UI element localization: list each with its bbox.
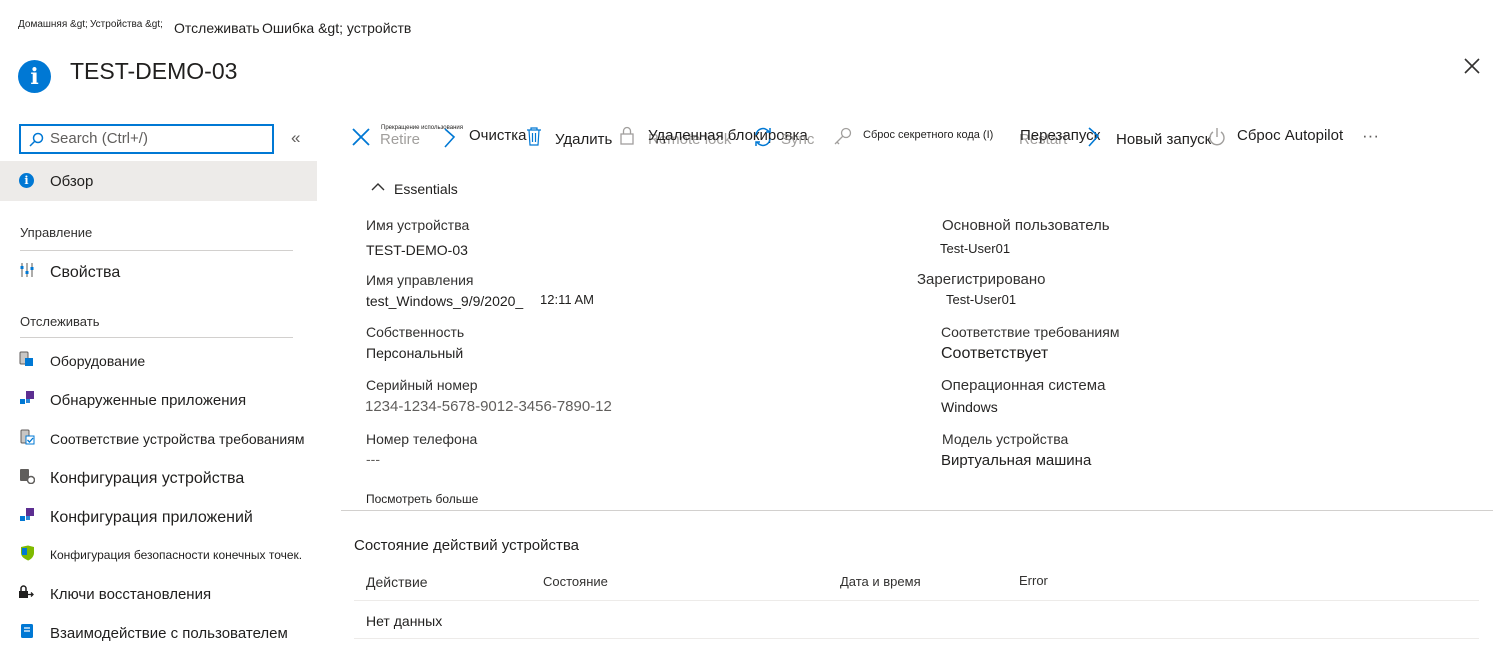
device-name-value: TEST-DEMO-03	[366, 242, 468, 258]
retire-button[interactable]: Retire	[380, 131, 420, 148]
sidebar-item-user-experience[interactable]: Взаимодействие с пользователем	[0, 620, 317, 648]
wipe-icon[interactable]	[442, 127, 458, 149]
device-config-icon	[20, 469, 35, 484]
search-icon	[29, 132, 44, 147]
search-placeholder: Search (Ctrl+/)	[50, 130, 148, 147]
apps-icon	[20, 391, 34, 404]
sidebar-item-overview[interactable]: i Обзор	[0, 161, 317, 201]
sidebar-item-device-configuration[interactable]: Конфигурация устройства	[0, 465, 317, 493]
column-header-status[interactable]: Состояние	[543, 574, 608, 589]
breadcrumb-devices[interactable]: Устройства &gt;	[90, 19, 163, 30]
ownership-value: Персональный	[366, 345, 464, 361]
sidebar-item-properties[interactable]: Свойства	[0, 258, 317, 288]
fresh-start-icon[interactable]	[1086, 126, 1102, 148]
sidebar-item-label: Конфигурация приложений	[50, 509, 253, 526]
hardware-icon	[19, 351, 33, 366]
passcode-key-icon	[834, 127, 852, 145]
search-input[interactable]: Search (Ctrl+/)	[19, 124, 274, 154]
sidebar-item-label: Соответствие устройства требованиям	[50, 431, 305, 447]
os-value: Windows	[941, 399, 998, 415]
sidebar-item-label: Конфигурация безопасности конечных точек…	[50, 548, 303, 562]
sidebar-item-label: Конфигурация устройства	[50, 470, 245, 487]
divider	[354, 638, 1479, 639]
chevron-up-icon[interactable]	[371, 181, 385, 193]
column-header-datetime[interactable]: Дата и время	[840, 574, 921, 589]
more-actions-button[interactable]: ···	[1362, 126, 1379, 146]
management-name-value: test_Windows_9/9/2020_	[366, 293, 524, 309]
wipe-button[interactable]: Очистка	[469, 127, 526, 144]
sidebar-item-label: Обзор	[50, 173, 94, 190]
column-header-error[interactable]: Error	[1019, 573, 1048, 588]
divider	[341, 510, 1493, 511]
column-header-action[interactable]: Действие	[366, 574, 428, 590]
see-more-link[interactable]: Посмотреть больше	[366, 492, 478, 506]
compliance-icon	[20, 429, 35, 445]
primary-user-value: Test-User01	[940, 241, 1011, 256]
fresh-start-button[interactable]: Новый запуск	[1116, 131, 1211, 148]
breadcrumb-monitor[interactable]: Отслеживать	[174, 20, 260, 36]
info-icon: i	[18, 60, 51, 93]
action-status-title: Состояние действий устройства	[354, 537, 580, 554]
serial-value: 1234-1234-5678-9012-3456-7890-12	[365, 398, 612, 415]
power-icon	[1209, 128, 1225, 146]
sidebar-item-label: Свойства	[50, 264, 121, 281]
management-name-label: Имя управления	[366, 272, 474, 288]
retire-icon[interactable]	[351, 127, 371, 147]
phone-label: Номер телефона	[366, 431, 478, 447]
sidebar-item-hardware[interactable]: Оборудование	[0, 348, 317, 376]
model-label: Модель устройства	[942, 431, 1069, 447]
sync-button[interactable]: Sync	[781, 131, 814, 148]
delete-button[interactable]: Удалить	[555, 131, 612, 148]
sidebar-item-label: Оборудование	[50, 353, 146, 369]
delete-icon[interactable]	[526, 126, 542, 146]
shield-icon	[21, 545, 34, 561]
sidebar-item-label: Ключи восстановления	[50, 586, 212, 603]
enrolled-label: Зарегистрировано	[917, 271, 1046, 288]
sidebar-item-endpoint-security[interactable]: Конфигурация безопасности конечных точек…	[0, 542, 330, 570]
section-monitor-heading: Отслеживать	[20, 314, 100, 329]
primary-user-label: Основной пользователь	[942, 217, 1110, 234]
info-icon: i	[19, 173, 34, 188]
sidebar-item-device-compliance[interactable]: Соответствие устройства требованиям	[0, 426, 325, 454]
sidebar-item-label: Обнаруженные приложения	[50, 392, 247, 409]
user-experience-icon	[21, 624, 33, 638]
breadcrumb-home[interactable]: Домашняя &gt;	[18, 19, 88, 30]
lock-icon	[620, 126, 634, 145]
essentials-header[interactable]: Essentials	[394, 181, 458, 197]
autopilot-reset-button[interactable]: Сброс Autopilot	[1237, 127, 1343, 144]
no-data-message: Нет данных	[366, 613, 443, 629]
phone-value: ---	[366, 451, 380, 467]
sidebar-item-label: Взаимодействие с пользователем	[50, 625, 288, 642]
sync-icon[interactable]	[753, 126, 773, 148]
section-manage-heading: Управление	[20, 225, 93, 240]
compliance-label: Соответствие требованиям	[941, 324, 1120, 340]
divider	[20, 337, 293, 338]
sidebar-item-app-configuration[interactable]: Конфигурация приложений	[0, 504, 317, 532]
breadcrumb-current: Ошибка &gt; устройств	[262, 20, 412, 36]
divider	[20, 250, 293, 251]
app-config-icon	[20, 508, 34, 521]
compliance-value[interactable]: Соответствует	[941, 345, 1048, 363]
serial-label: Серийный номер	[366, 377, 478, 393]
enrolled-value: Test-User01	[946, 292, 1017, 307]
page-title: TEST-DEMO-03	[70, 58, 238, 84]
close-icon[interactable]	[1462, 56, 1482, 76]
divider	[354, 600, 1479, 601]
properties-icon	[20, 263, 34, 277]
device-name-label: Имя устройства	[366, 217, 470, 233]
model-value: Виртуальная машина	[941, 452, 1092, 469]
reset-passcode-button[interactable]: Сброс секретного кода (I)	[863, 129, 993, 141]
os-label: Операционная система	[941, 377, 1106, 394]
sidebar-item-recovery-keys[interactable]: Ключи восстановления	[0, 581, 317, 609]
management-name-time: 12:11 AM	[540, 292, 594, 307]
key-icon	[19, 585, 34, 598]
sidebar-item-discovered-apps[interactable]: Обнаруженные приложения	[0, 387, 317, 415]
ownership-label: Собственность	[366, 324, 465, 340]
collapse-sidebar-button[interactable]: «	[291, 128, 300, 148]
